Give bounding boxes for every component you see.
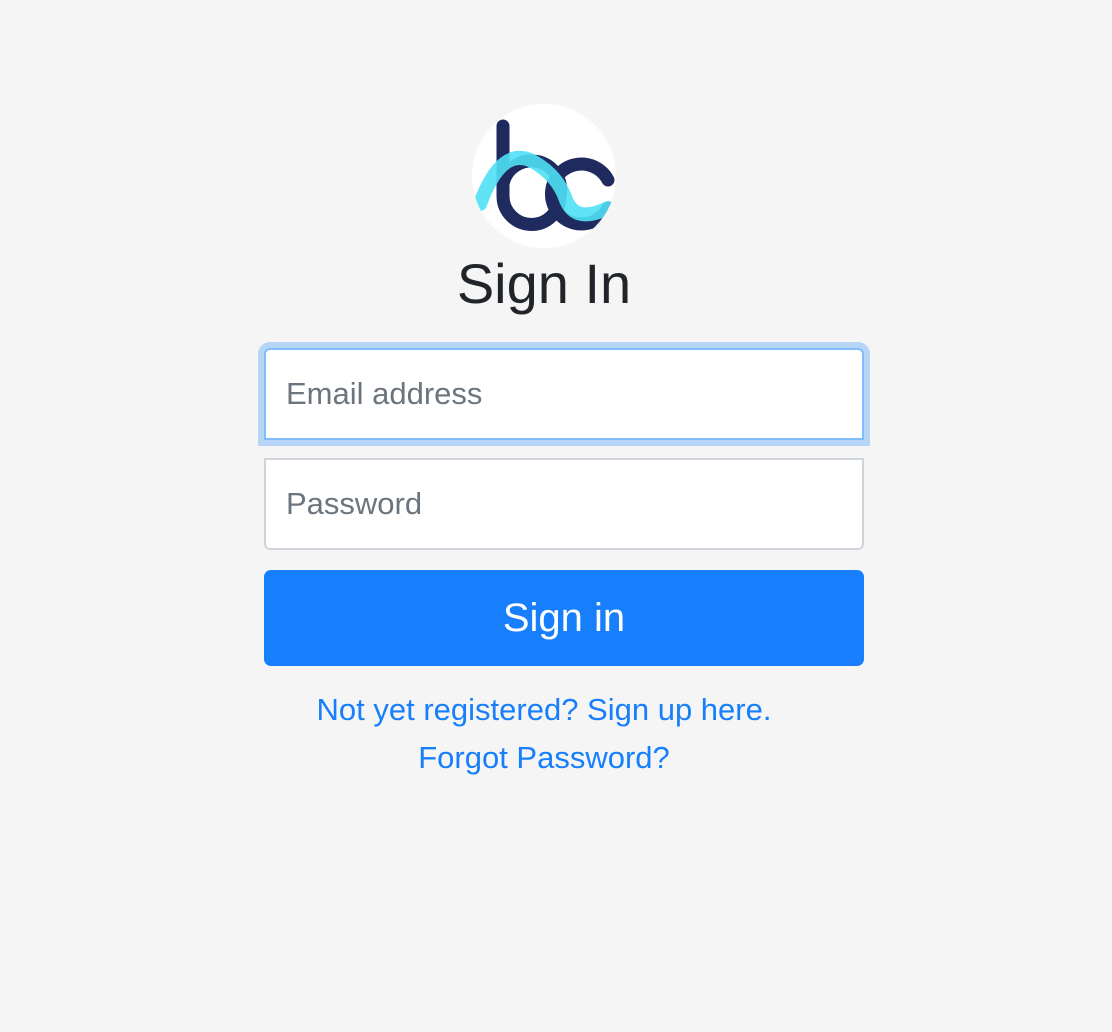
signup-link[interactable]: Not yet registered? Sign up here. (0, 690, 1088, 730)
forgot-password-link[interactable]: Forgot Password? (0, 738, 1088, 778)
sign-in-page: Sign In Sign in Not yet registered? Sign… (0, 0, 1112, 1032)
password-field[interactable] (264, 458, 864, 550)
sign-in-button[interactable]: Sign in (264, 570, 864, 666)
page-title: Sign In (456, 252, 632, 315)
bc-logo-icon (472, 104, 616, 248)
email-field[interactable] (264, 348, 864, 440)
